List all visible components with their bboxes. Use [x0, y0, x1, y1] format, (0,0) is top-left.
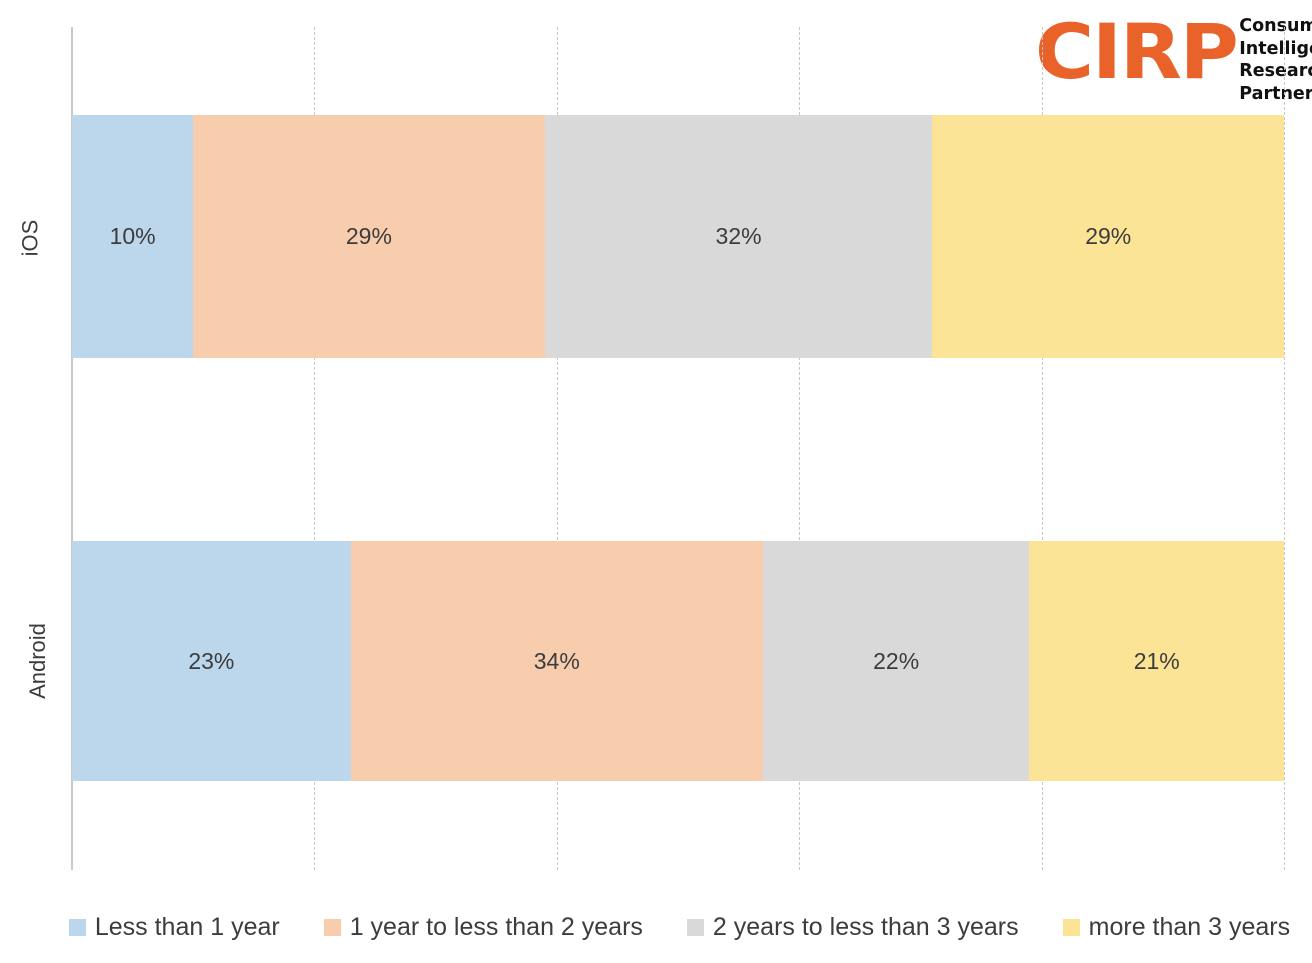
y-axis-label-android-text: Android — [24, 623, 50, 699]
bar-row-ios: 10% 29% 32% 29% — [72, 115, 1284, 358]
legend-swatch-3 — [686, 918, 704, 936]
legend-label-3: 2 years to less than 3 years — [712, 912, 1019, 941]
y-axis-label-android: Android — [0, 623, 60, 699]
legend-label-4: more than 3 years — [1088, 912, 1291, 941]
gridline-100-percent — [1284, 27, 1285, 870]
legend-label-1: Less than 1 year — [94, 912, 280, 941]
legend-item-1[interactable]: Less than 1 year — [68, 912, 280, 942]
bar-segment-android-1: 23% — [72, 541, 351, 781]
bar-row-android: 23% 34% 22% 21% — [72, 541, 1284, 781]
bar-segment-ios-4: 29% — [932, 115, 1284, 358]
legend-item-3[interactable]: 2 years to less than 3 years — [686, 912, 1019, 942]
bar-segment-ios-1: 10% — [72, 115, 194, 358]
legend-swatch-1 — [68, 918, 86, 936]
bar-segment-ios-2: 29% — [193, 115, 545, 358]
bar-segment-android-2: 34% — [350, 541, 763, 781]
chart-container: CIRP Consumer Intelligence Research Part… — [0, 0, 1312, 963]
plot-area: 10% 29% 32% 29% 23% 34% 22% 21% — [71, 27, 1285, 870]
legend-label-2: 1 year to less than 2 years — [349, 912, 643, 941]
legend-item-4[interactable]: more than 3 years — [1062, 912, 1291, 942]
y-axis-label-ios: iOS — [0, 220, 60, 257]
bar-segment-android-3: 22% — [762, 541, 1030, 781]
y-axis-label-ios-text: iOS — [17, 219, 42, 257]
legend-swatch-2 — [323, 918, 341, 936]
legend-swatch-4 — [1062, 918, 1080, 936]
bar-segment-ios-3: 32% — [544, 115, 933, 358]
legend: Less than 1 year 1 year to less than 2 ye… — [68, 905, 1290, 949]
legend-item-2[interactable]: 1 year to less than 2 years — [323, 912, 643, 942]
bar-segment-android-4: 21% — [1029, 541, 1284, 781]
